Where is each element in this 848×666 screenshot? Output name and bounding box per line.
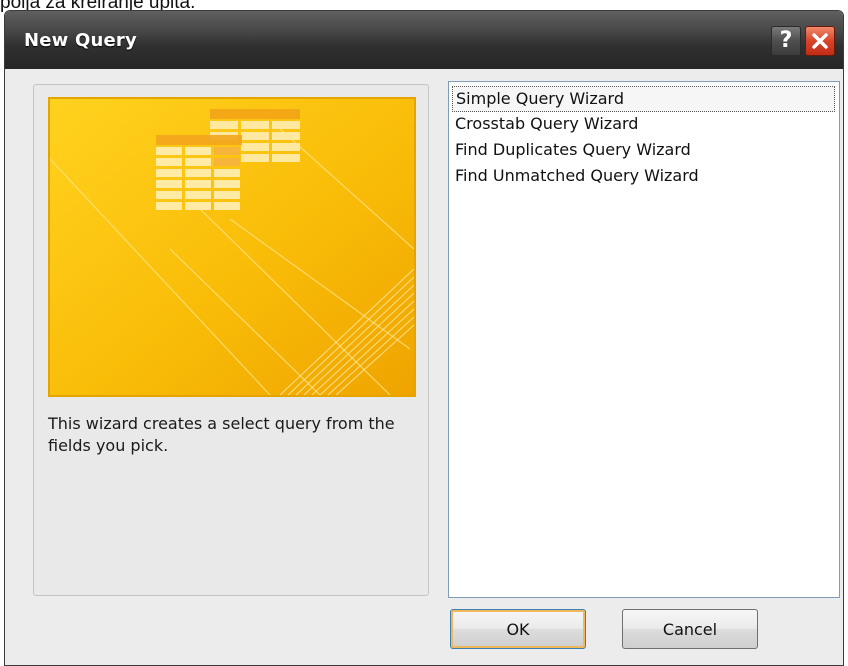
close-x-icon [812, 33, 828, 49]
wizard-description: This wizard creates a select query from … [48, 414, 395, 455]
wizard-preview-image [48, 97, 416, 397]
list-item-find-unmatched-query-wizard[interactable]: Find Unmatched Query Wizard [452, 164, 703, 190]
help-button[interactable]: ? [771, 26, 801, 56]
dialog-title: New Query [24, 30, 137, 51]
list-item-simple-query-wizard[interactable]: Simple Query Wizard [452, 86, 835, 112]
title-bar[interactable]: New Query ? [5, 11, 843, 69]
close-button[interactable] [805, 26, 835, 56]
ok-button[interactable]: OK [450, 609, 586, 649]
question-mark-icon: ? [779, 28, 793, 53]
new-query-dialog: New Query ? This wizard creates a select… [4, 10, 844, 666]
wizard-description-panel: This wizard creates a select query from … [33, 84, 429, 596]
page: polja za kreiranje upita. New Query ? Th… [0, 0, 848, 666]
list-item-crosstab-query-wizard[interactable]: Crosstab Query Wizard [452, 112, 642, 138]
wizard-type-list[interactable]: Simple Query Wizard Crosstab Query Wizar… [448, 81, 840, 598]
list-item-find-duplicates-query-wizard[interactable]: Find Duplicates Query Wizard [452, 138, 695, 164]
query-wizard-illustration [50, 99, 414, 395]
cancel-button[interactable]: Cancel [622, 609, 758, 649]
